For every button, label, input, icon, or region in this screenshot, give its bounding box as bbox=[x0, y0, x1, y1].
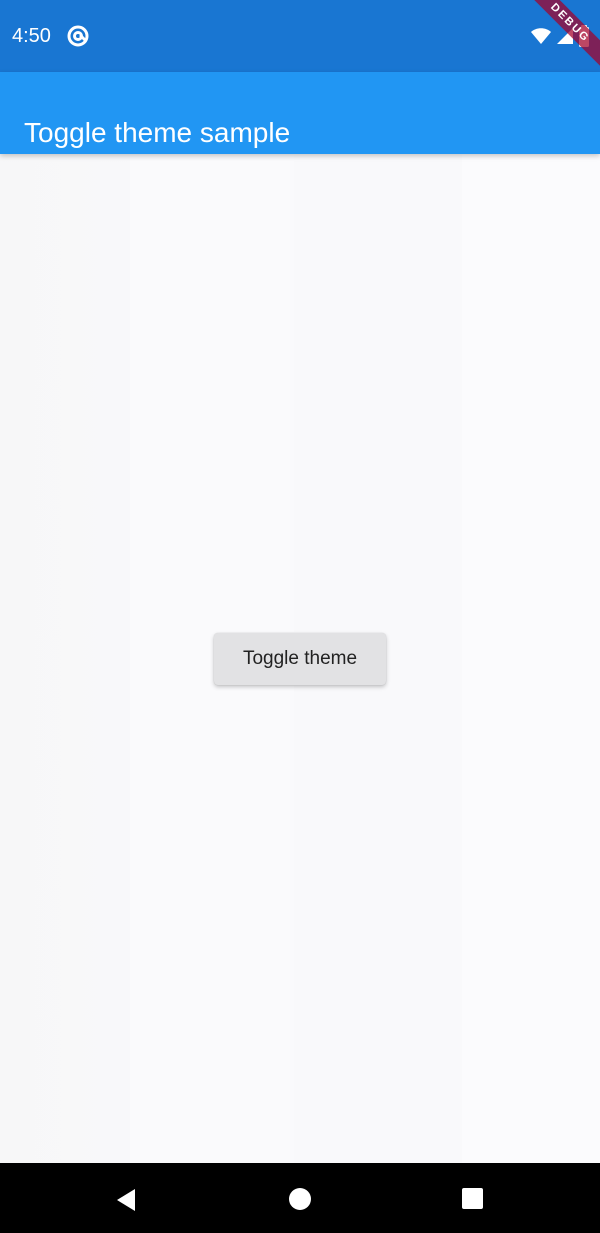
recents-icon[interactable] bbox=[462, 1188, 483, 1209]
status-time: 4:50 bbox=[12, 25, 51, 47]
page-title: Toggle theme sample bbox=[24, 116, 291, 148]
android-navigation-bar bbox=[0, 1163, 600, 1233]
wifi-icon bbox=[531, 28, 551, 44]
app-screen: 4:50 DEBUG Toggle theme sample Toggle th… bbox=[0, 0, 600, 1233]
status-bar: 4:50 bbox=[0, 0, 600, 72]
back-icon[interactable] bbox=[116, 1188, 136, 1212]
home-icon[interactable] bbox=[289, 1188, 311, 1210]
toggle-theme-button[interactable]: Toggle theme bbox=[214, 633, 386, 685]
app-bar: Toggle theme sample bbox=[0, 72, 600, 154]
at-sign-icon bbox=[67, 25, 89, 47]
